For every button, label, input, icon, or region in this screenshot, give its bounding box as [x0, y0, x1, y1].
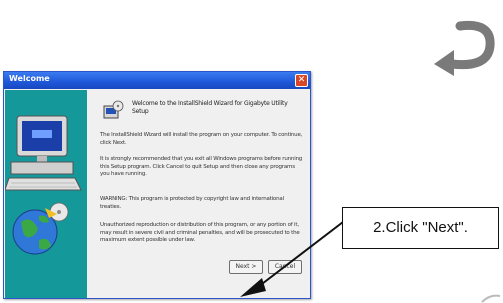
welcome-heading: Welcome to the InstallShield Wizard for …: [132, 100, 288, 115]
dialog-title: Welcome: [9, 74, 50, 83]
curved-arrow-icon: [434, 20, 495, 76]
installer-dialog: Welcome ✕ Welcome to the InstallShield W…: [3, 71, 311, 299]
cancel-button[interactable]: Cancel: [268, 260, 302, 274]
warning-paragraph: WARNING: This program is protected by co…: [100, 196, 284, 210]
next-button[interactable]: Next >: [229, 260, 263, 274]
intro-paragraph: The InstallShield Wizard will install th…: [100, 132, 303, 146]
wizard-side-panel: [5, 90, 87, 298]
close-icon: ✕: [297, 75, 306, 85]
computer-globe-illustration: [5, 115, 82, 255]
exit-programs-paragraph: It is strongly recommended that you exit…: [100, 156, 303, 177]
copyright-paragraph: Unauthorized reproduction or distributio…: [100, 222, 300, 243]
installer-icon: [103, 100, 124, 119]
instruction-callout: 2.Click "Next".: [342, 207, 499, 249]
close-button[interactable]: ✕: [295, 74, 308, 87]
dialog-title-bar: Welcome ✕: [4, 72, 310, 89]
corner-mark: [481, 294, 501, 303]
